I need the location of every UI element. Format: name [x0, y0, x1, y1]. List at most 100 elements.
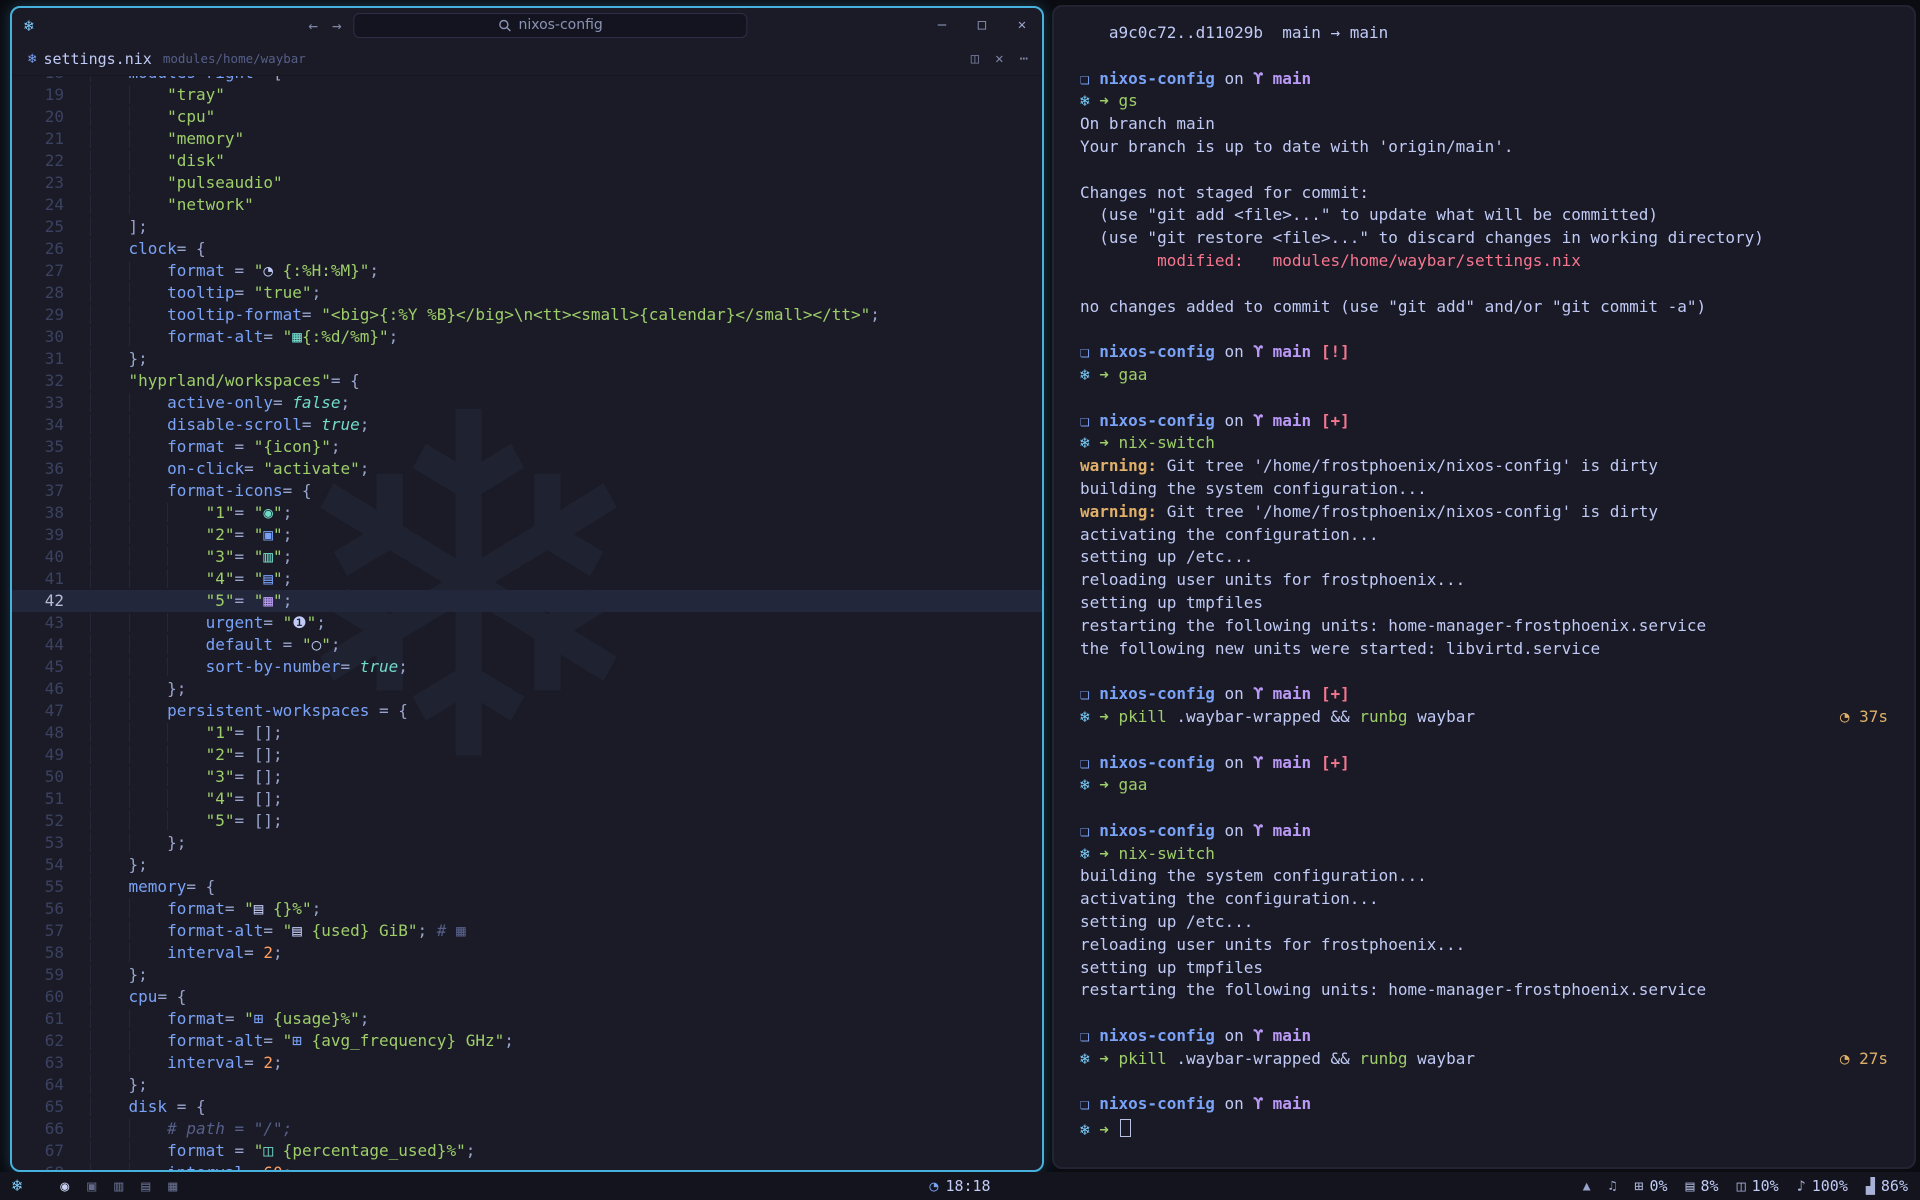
syntax-segment: ➜: [1099, 844, 1118, 863]
line-content: };: [90, 348, 148, 370]
terminal-line: setting up tmpfiles: [1080, 958, 1888, 981]
code-line-47: 47 persistent-workspaces = {: [12, 700, 1042, 722]
tray-icon-1[interactable]: ▲: [1583, 1179, 1591, 1194]
nav-back-button[interactable]: ←: [306, 16, 320, 35]
syntax-segment: ": [254, 547, 264, 566]
syntax-segment: runbg: [1359, 1049, 1407, 1068]
waybar-right: ▲ ♫ ⊞0% ▤8% ◫10% ♪100% ▟86%: [1583, 1177, 1908, 1195]
line-number: 45: [12, 656, 90, 678]
line-number: 18: [12, 76, 90, 84]
line-number: 63: [12, 1052, 90, 1074]
command-center-search[interactable]: nixos-config: [354, 13, 748, 38]
network-module[interactable]: ▟86%: [1866, 1177, 1908, 1195]
indent-guide: [90, 349, 129, 368]
terminal-line: [1080, 274, 1888, 297]
tab-settings-nix[interactable]: ❄ settings.nix modules/home/waybar: [12, 42, 322, 75]
workspace-button-2[interactable]: ▣: [78, 1177, 105, 1195]
line-content: interval= 60;: [90, 1162, 292, 1170]
terminal-line: [1080, 46, 1888, 69]
indent-guide: [90, 701, 129, 720]
more-actions-icon[interactable]: ⋯: [1020, 51, 1028, 67]
line-number: 65: [12, 1096, 90, 1118]
syntax-segment: {}%": [263, 899, 311, 918]
maximize-button[interactable]: □: [962, 17, 1002, 33]
syntax-segment: "true": [254, 283, 312, 302]
disk-module[interactable]: ◫10%: [1737, 1177, 1779, 1195]
terminal-text: a9c0c72..d11029b main → main: [1080, 23, 1388, 46]
terminal-line: modified: modules/home/waybar/settings.n…: [1080, 251, 1888, 274]
terminal-line: ❄ ➜ nix-switch: [1080, 433, 1888, 456]
syntax-segment: "{icon}": [254, 437, 331, 456]
terminal-text: ❄ ➜ gaa: [1080, 775, 1147, 798]
nav-forward-button[interactable]: →: [330, 16, 344, 35]
line-content: ];: [90, 216, 148, 238]
workspace-button-3[interactable]: ▥: [105, 1177, 132, 1195]
terminal-text: Your branch is up to date with 'origin/m…: [1080, 137, 1513, 160]
minimize-button[interactable]: –: [922, 17, 962, 33]
syntax-segment: ❄: [1080, 365, 1099, 384]
workspace-button-1[interactable]: ◉: [51, 1177, 78, 1195]
cpu-module[interactable]: ⊞0%: [1634, 1177, 1667, 1195]
split-editor-icon[interactable]: ◫: [971, 51, 979, 67]
line-content: "disk": [90, 150, 225, 172]
syntax-segment: gs: [1119, 91, 1138, 110]
nixos-menu-icon[interactable]: ❄: [12, 1176, 22, 1196]
line-content: "memory": [90, 128, 244, 150]
syntax-segment: Git tree '/home/frostphoenix/nixos-confi…: [1157, 502, 1658, 521]
line-number: 48: [12, 722, 90, 744]
indent-guide: [129, 305, 168, 324]
terminal-line: (use "git add <file>..." to update what …: [1080, 205, 1888, 228]
code-editor[interactable]: ❄ 18 modules-right= [19 "tray"20 "cpu"21…: [12, 76, 1042, 1170]
terminal-text: setting up /etc...: [1080, 547, 1253, 570]
syntax-segment: on: [1215, 342, 1254, 361]
syntax-segment: ;: [331, 635, 341, 654]
indent-guide: [90, 1031, 129, 1050]
code-line-54: 54 };: [12, 854, 1042, 876]
memory-module[interactable]: ▤8%: [1686, 1177, 1719, 1195]
syntax-segment: {:%d/%m}": [302, 327, 389, 346]
tray-icon-2[interactable]: ♫: [1609, 1179, 1617, 1194]
terminal-line: (use "git restore <file>..." to discard …: [1080, 228, 1888, 251]
terminal-line: setting up /etc...: [1080, 547, 1888, 570]
syntax-segment: {percentage_used}%": [273, 1141, 466, 1160]
indent-guide: [90, 1009, 129, 1028]
code-line-39: 39 "2"= "▣";: [12, 524, 1042, 546]
syntax-segment: ;: [316, 613, 326, 632]
indent-guide: [90, 657, 129, 676]
indent-guide: [90, 569, 129, 588]
indent-guide: [129, 261, 168, 280]
close-button[interactable]: ✕: [1002, 17, 1042, 33]
workspace-button-4[interactable]: ▤: [132, 1177, 159, 1195]
indent-guide: [129, 151, 168, 170]
syntax-segment: = {: [177, 239, 206, 258]
syntax-segment: ": [321, 635, 331, 654]
syntax-segment: =: [225, 261, 254, 280]
syntax-segment: [+]: [1311, 411, 1350, 430]
line-number: 68: [12, 1162, 90, 1170]
indent-guide: [129, 195, 168, 214]
network-value: 86%: [1881, 1177, 1908, 1195]
syntax-segment: waybar: [1408, 1049, 1475, 1068]
line-number: 24: [12, 194, 90, 216]
code-line-37: 37 format-icons= {: [12, 480, 1042, 502]
syntax-segment: ➜: [1099, 433, 1118, 452]
clock-module[interactable]: ◔ 18:18: [929, 1177, 990, 1195]
syntax-segment: {:%H:%M}": [273, 261, 369, 280]
syntax-segment: ;: [369, 261, 379, 280]
workspace-button-5[interactable]: ▦: [159, 1177, 186, 1195]
code-line-61: 61 format= "⊞ {usage}%";: [12, 1008, 1042, 1030]
close-editor-icon[interactable]: ✕: [995, 51, 1003, 67]
indent-guide: [129, 943, 168, 962]
syntax-segment: = [];: [235, 767, 283, 786]
terminal-line: building the system configuration...: [1080, 866, 1888, 889]
syntax-segment: .waybar-wrapped &&: [1167, 1049, 1360, 1068]
code-line-50: 50 "3"= [];: [12, 766, 1042, 788]
line-number: 38: [12, 502, 90, 524]
line-content: default = "○";: [90, 634, 341, 656]
terminal-window[interactable]: a9c0c72..d11029b main → main ❏ nixos-conf…: [1052, 5, 1916, 1169]
pulseaudio-module[interactable]: ♪100%: [1797, 1177, 1848, 1195]
syntax-segment: nix-switch: [1119, 433, 1215, 452]
syntax-segment: = [];: [235, 745, 283, 764]
memory-icon: ▤: [1686, 1177, 1695, 1195]
syntax-segment: ❏ nixos-config: [1080, 411, 1215, 430]
